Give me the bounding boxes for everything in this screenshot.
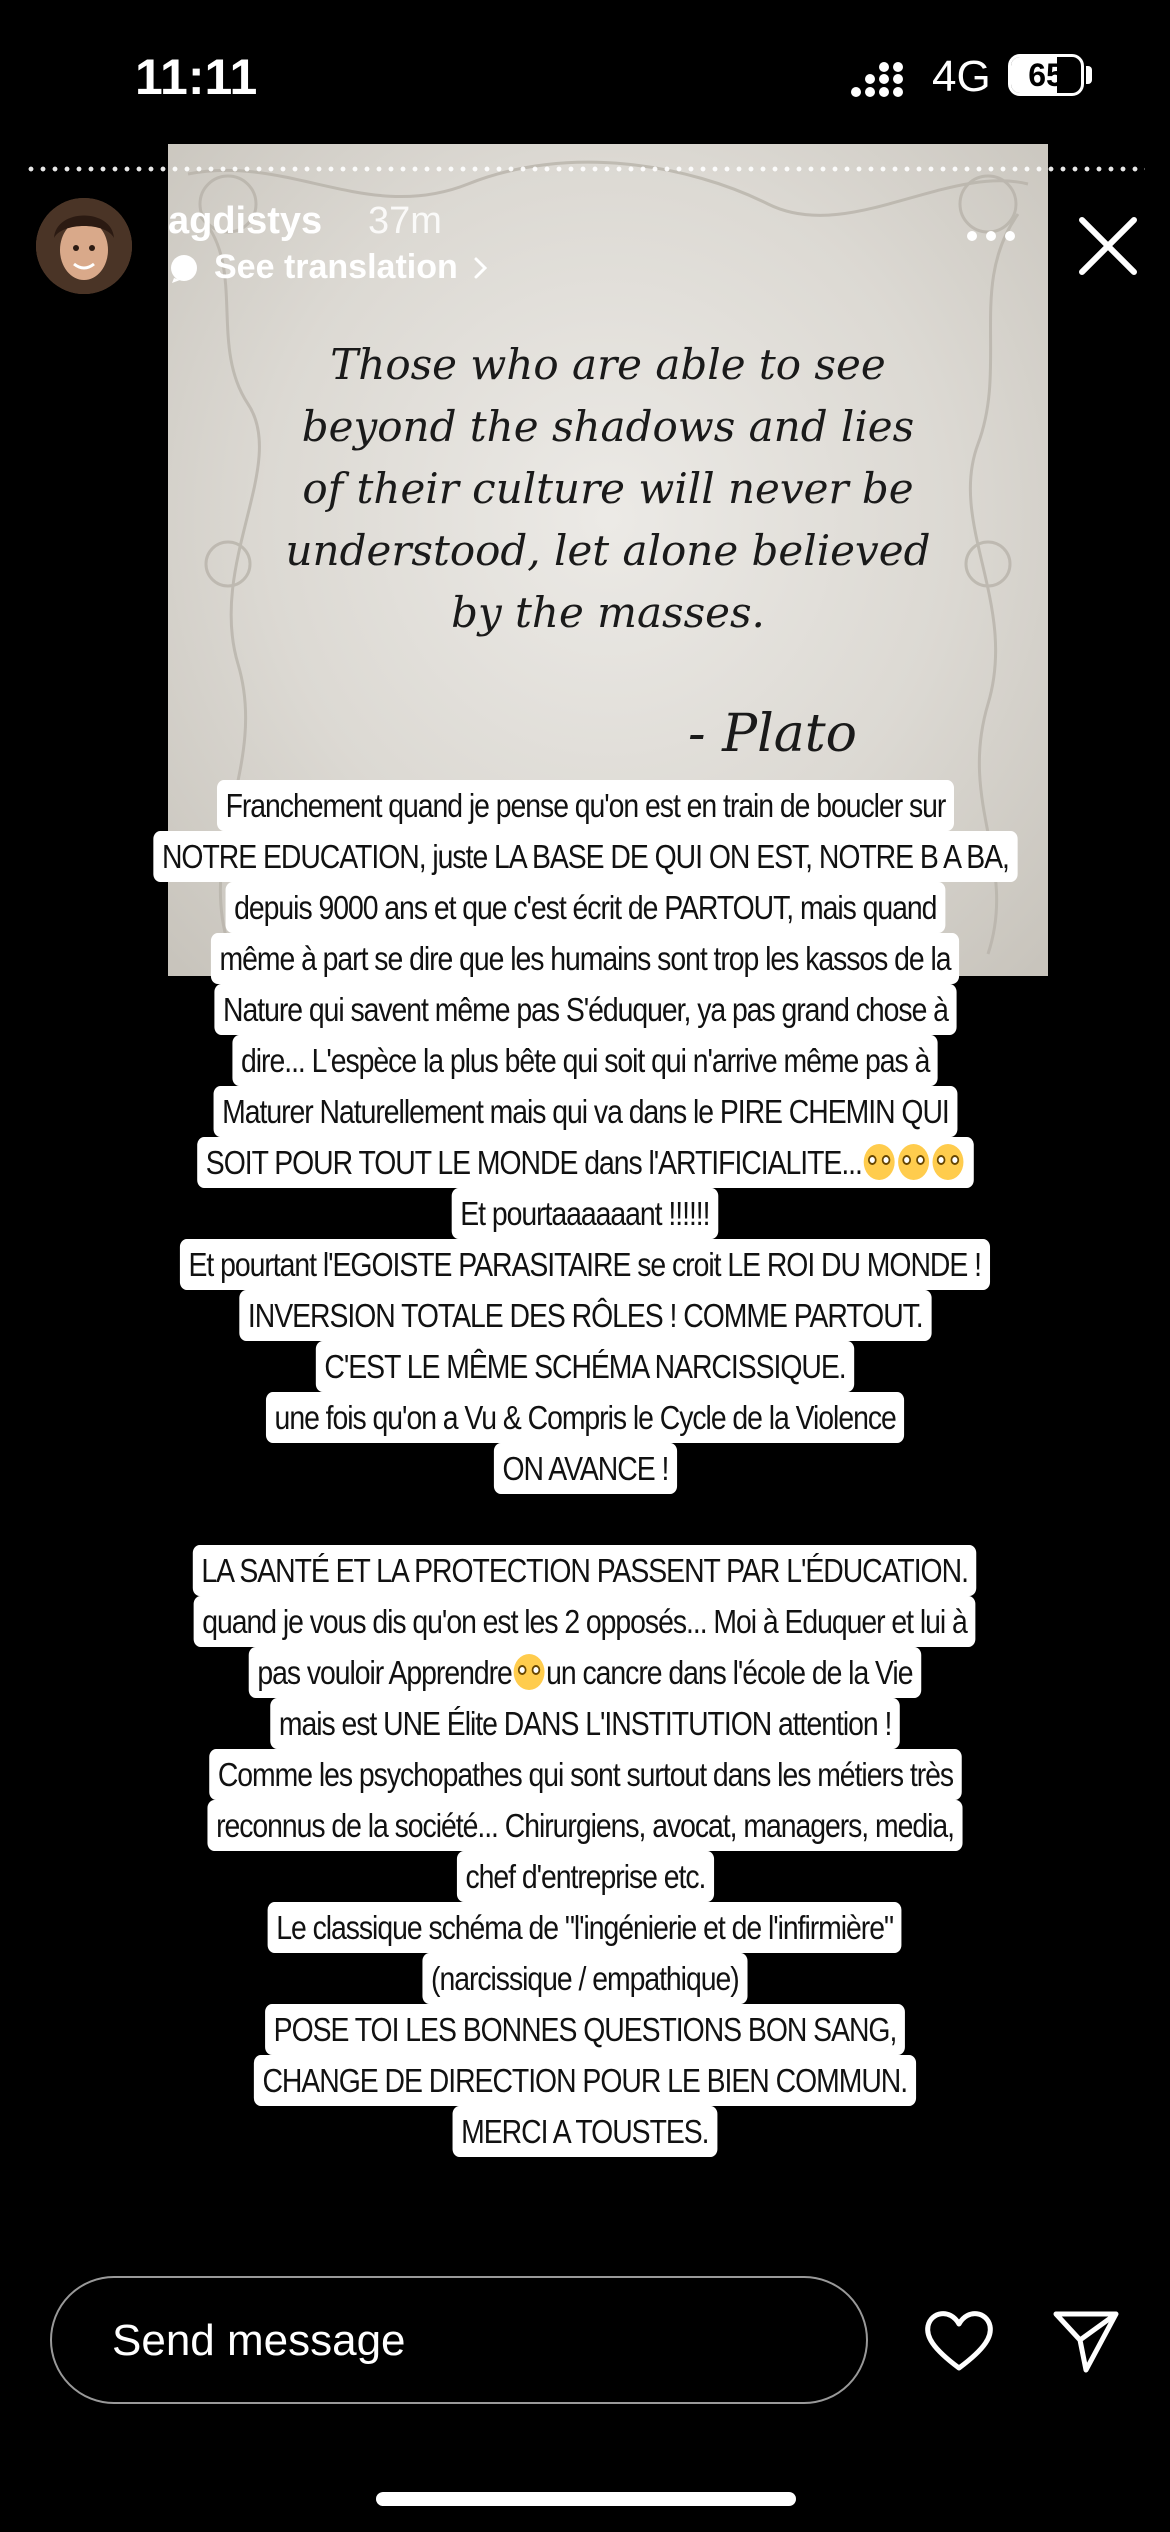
text-line: LA SANTÉ ET LA PROTECTION PASSENT PAR L'… [193,1545,977,1596]
text-line: MERCI A TOUSTES. [452,2106,718,2157]
text-line: même à part se dire que les humains sont… [210,933,960,984]
text-line-with-emoji: SOIT POUR TOUT LE MONDE dans l'ARTIFICIA… [196,1137,974,1188]
send-icon[interactable] [1050,2306,1122,2376]
text-line: mais est UNE Élite DANS L'INSTITUTION at… [270,1698,900,1749]
battery-level: 65 [1028,57,1064,93]
more-icon[interactable] [964,226,1018,246]
message-placeholder: Send message [112,2316,406,2365]
text-line: POSE TOI LES BONNES QUESTIONS BON SANG, [265,2004,905,2055]
text-line: Et pourtant l'EGOISTE PARASITAIRE se cro… [180,1239,990,1290]
eye-roll-emoji [931,1144,963,1180]
battery-icon: 65 [1008,54,1084,96]
photo-author: - Plato [688,704,857,764]
text-line: chef d'entreprise etc. [456,1851,714,1902]
text-line: INVERSION TOTALE DES RÔLES ! COMME PARTO… [239,1290,931,1341]
username[interactable]: agdistys [168,200,322,243]
story-text: Franchement quand je pense qu'on est en … [0,780,1170,2157]
network-type: 4G [932,52,991,101]
text-line: ON AVANCE ! [493,1443,677,1494]
text-line: Comme les psychopathes qui sont surtout … [208,1749,962,1800]
heart-icon[interactable] [922,2306,996,2374]
see-translation-button[interactable]: See translation [168,248,490,287]
avatar-image [36,198,132,294]
progress-track [25,166,1145,172]
text-line: depuis 9000 ans et que c'est écrit de PA… [225,882,945,933]
text-line: Nature qui savent même pas S'éduquer, ya… [213,984,957,1035]
text-line: C'EST LE MÊME SCHÉMA NARCISSIQUE. [315,1341,855,1392]
text-line: une fois qu'on a Vu & Compris le Cycle d… [265,1392,905,1443]
text-line: Et pourtaaaaaant !!!!!! [451,1188,719,1239]
story-progress [25,166,1145,172]
eye-roll-emoji [863,1144,895,1180]
text-line: dire... L'espèce la plus bête qui soit q… [232,1035,938,1086]
see-translation-label: See translation [214,248,458,286]
text-line: Le classique schéma de "l'ingénierie et … [267,1902,903,1953]
text-gap [0,1494,1170,1545]
signal-icon [851,62,903,97]
text-line-with-emoji: pas vouloir Apprendre un cancre dans l'é… [248,1647,922,1698]
home-indicator [376,2492,796,2506]
close-icon[interactable] [1076,214,1140,278]
text-line: quand je vous dis qu'on est les 2 opposé… [194,1596,976,1647]
status-time: 11:11 [135,49,258,105]
text-line: NOTRE EDUCATION, juste LA BASE DE QUI ON… [152,831,1018,882]
eye-roll-emoji [513,1654,545,1690]
time-ago: 37m [368,200,442,242]
text-line: Maturer Naturellement mais qui va dans l… [213,1086,957,1137]
text-line: CHANGE DE DIRECTION POUR LE BIEN COMMUN. [254,2055,916,2106]
eye-roll-emoji [897,1144,929,1180]
text-fragment: un cancre dans l'école de la Vie [546,1654,913,1691]
text-fragment: pas vouloir Apprendre [257,1654,512,1691]
battery-tip [1086,66,1092,84]
translate-bubble-icon [171,254,197,283]
text-line: Franchement quand je pense qu'on est en … [216,780,954,831]
text-line: reconnus de la société... Chirurgiens, a… [207,1800,963,1851]
text-line: (narcissique / empathique) [422,1953,748,2004]
avatar[interactable] [36,198,132,294]
text-fragment: SOIT POUR TOUT LE MONDE dans l'ARTIFICIA… [205,1144,862,1181]
photo-quote: Those who are able to see beyond the sha… [285,340,931,637]
status-bar: 11:11 4G 65 [0,0,1170,150]
message-input[interactable]: Send message [50,2276,868,2404]
chevron-right-icon [474,257,487,278]
